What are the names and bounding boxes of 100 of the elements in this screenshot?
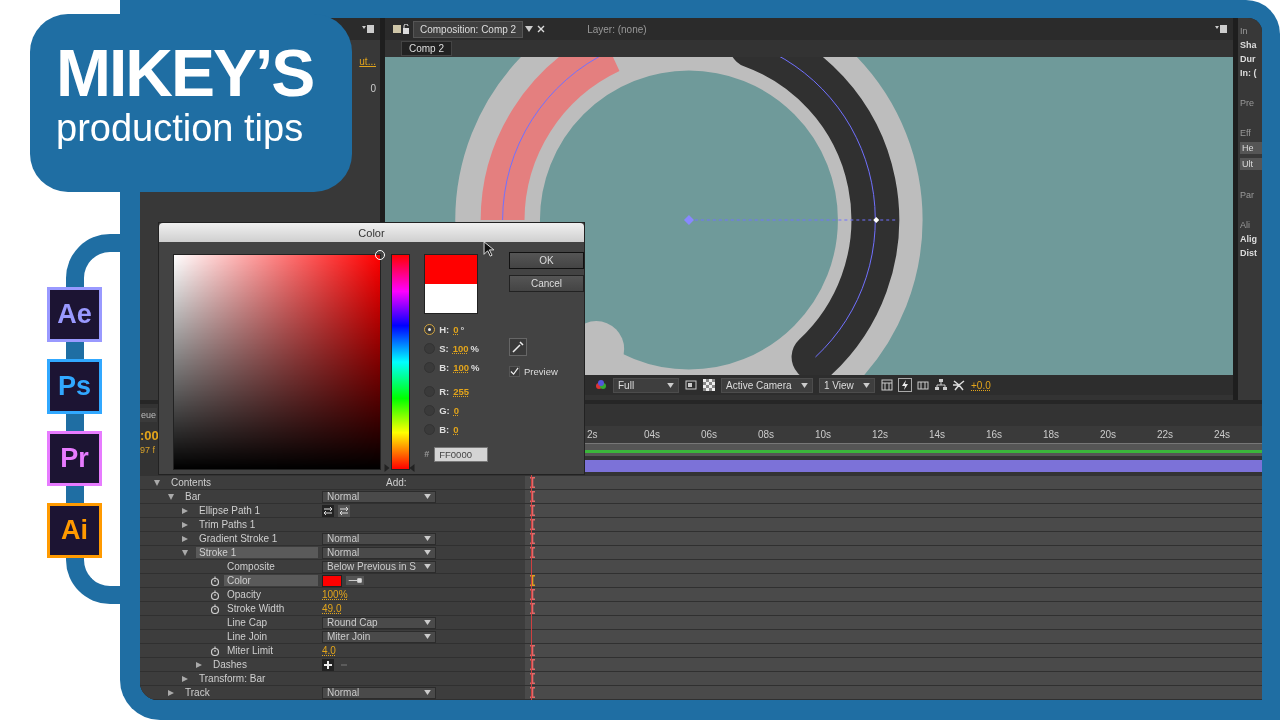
field-value[interactable]: 0 [453, 404, 460, 416]
close-icon[interactable] [537, 25, 546, 33]
caret-icon[interactable] [525, 26, 534, 32]
panel-tab[interactable]: eue [140, 408, 158, 422]
field-value[interactable]: 255 [453, 385, 470, 397]
field-value[interactable]: 0 [453, 423, 459, 435]
dropdown[interactable]: Miter Join [322, 630, 436, 643]
caret-icon [801, 382, 808, 388]
panel-menu-icon[interactable] [1215, 25, 1227, 33]
stopwatch-icon[interactable] [210, 589, 220, 600]
field-value[interactable]: 100 [452, 342, 469, 354]
panel-menu-icon[interactable] [362, 25, 374, 33]
panel-text[interactable]: Ult [1240, 158, 1262, 170]
field-label: R: [439, 385, 450, 397]
twirl-triangle-icon[interactable] [168, 493, 174, 500]
plus-icon[interactable] [322, 658, 334, 671]
eyedropper-icon[interactable] [346, 576, 364, 585]
color-field[interactable] [173, 254, 382, 470]
layer-property-name[interactable]: Track [182, 687, 318, 698]
twirl-triangle-icon[interactable] [182, 549, 188, 556]
lock-icon[interactable] [393, 24, 409, 34]
layer-property-name[interactable]: Composite [224, 561, 318, 572]
layer-property-name[interactable]: Color [224, 575, 318, 586]
hex-input-field[interactable]: FF0000 [434, 446, 489, 462]
dropdown[interactable]: Below Previous in S [322, 560, 436, 573]
field-label: # [424, 449, 430, 459]
ruler-label: 10s [814, 427, 833, 442]
ok-button[interactable]: OK [509, 252, 584, 269]
frame-rate: 97 f [140, 444, 155, 456]
panel-tab[interactable]: Composition: Comp 2 [413, 20, 524, 38]
stopwatch-icon[interactable] [210, 603, 220, 614]
ruler-label: 16s [985, 427, 1004, 442]
region-icon[interactable] [685, 379, 697, 391]
stopwatch-icon[interactable] [210, 575, 220, 586]
twirl-triangle-icon[interactable] [182, 675, 188, 682]
flowchart-icon[interactable] [935, 379, 947, 391]
twirl-triangle-icon[interactable] [182, 507, 188, 514]
hue-slider[interactable] [384, 254, 418, 470]
field-value[interactable]: 100 [453, 361, 470, 373]
radio-button[interactable] [424, 323, 436, 335]
exposure-icon[interactable] [953, 379, 965, 391]
grid-icon[interactable] [881, 379, 893, 391]
layer-property-name[interactable]: Miter Limit [224, 645, 318, 656]
dropdown[interactable]: Normal [322, 490, 436, 503]
timeline-icon[interactable] [917, 379, 929, 391]
dropdown[interactable]: Normal [322, 686, 436, 699]
twirl-triangle-icon[interactable] [168, 689, 174, 696]
caret-icon [863, 382, 870, 388]
layer-property-name[interactable]: Contents [168, 477, 318, 488]
color-comparison-swatch [424, 254, 479, 314]
preview-checkbox[interactable] [509, 366, 520, 377]
checkerboard-icon[interactable] [703, 379, 715, 391]
field-label: S: [439, 342, 449, 354]
exposure-value[interactable]: +0.0 [971, 379, 991, 391]
field-label: B: [439, 423, 450, 435]
cancel-button[interactable]: Cancel [509, 275, 584, 292]
ruler-label: 24s [1213, 427, 1232, 442]
dropdown[interactable]: Normal [322, 532, 436, 545]
layer-property-name[interactable]: Opacity [224, 589, 318, 600]
property-value[interactable]: 49.0 [322, 603, 342, 614]
dropdown[interactable]: Normal [322, 546, 436, 559]
fast-preview-icon[interactable] [899, 379, 911, 391]
ruler-label: 20s [1099, 427, 1118, 442]
eyedropper-icon[interactable] [509, 338, 527, 356]
dropdown[interactable]: Round Cap [322, 616, 436, 629]
add-menu[interactable]: Add: [386, 477, 407, 488]
camera-dropdown[interactable]: Active Camera [721, 377, 813, 393]
color-swatch[interactable] [322, 574, 342, 587]
layer-property-name[interactable]: Gradient Stroke 1 [196, 533, 318, 544]
path-direction-icon[interactable] [322, 504, 334, 517]
layer-property-name[interactable]: Bar [182, 491, 318, 502]
field-unit: ° [460, 323, 465, 335]
layer-property-name[interactable]: Line Join [224, 631, 318, 642]
field-value[interactable]: 0 [453, 323, 459, 335]
ruler-label: 12s [871, 427, 890, 442]
comp-breadcrumb[interactable]: Comp 2 [401, 41, 452, 56]
layer-property-name[interactable]: Stroke 1 [196, 547, 318, 558]
twirl-triangle-icon[interactable] [154, 479, 160, 486]
resolution-dropdown[interactable]: Full [613, 377, 679, 393]
path-direction-icon[interactable] [338, 504, 350, 517]
property-value[interactable]: 4.0 [322, 645, 336, 656]
property-value[interactable]: 100% [322, 589, 348, 600]
caret-icon [424, 634, 431, 639]
twirl-triangle-icon[interactable] [196, 661, 202, 668]
vertex-handle[interactable] [873, 217, 880, 223]
color-channels-icon[interactable] [595, 379, 607, 391]
panel-tab[interactable]: Layer: (none) [579, 20, 655, 38]
stopwatch-icon[interactable] [210, 645, 220, 656]
twirl-triangle-icon[interactable] [182, 521, 188, 528]
hue-slider-handle[interactable] [384, 464, 416, 472]
twirl-triangle-icon[interactable] [182, 535, 188, 542]
caret-icon [424, 494, 431, 499]
view-layout-dropdown[interactable]: 1 View [819, 377, 875, 393]
timecode[interactable]: :00 [140, 427, 159, 443]
panel-text: Eff [1240, 128, 1252, 138]
layer-property-name[interactable]: Line Cap [224, 617, 318, 628]
panel-text: Sha [1240, 40, 1258, 50]
app-icon: Ai [47, 503, 102, 558]
layer-property-name[interactable]: Stroke Width [224, 603, 318, 614]
panel-text[interactable]: He [1240, 142, 1262, 154]
